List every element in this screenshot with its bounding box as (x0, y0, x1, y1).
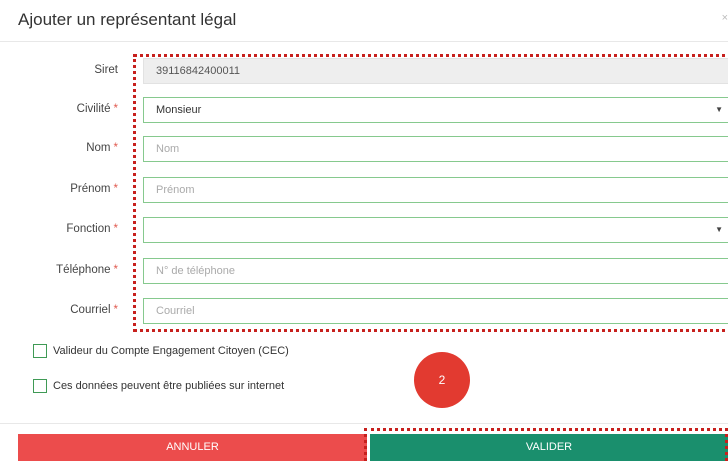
step-badge: 2 (414, 352, 470, 408)
footer-divider (0, 423, 728, 424)
prenom-label: Prénom * (70, 183, 118, 195)
close-icon[interactable]: × (722, 12, 728, 24)
required-marker: * (113, 264, 118, 276)
form-highlight-frame (133, 54, 728, 332)
cec-checkbox-label: Valideur du Compte Engagement Citoyen (C… (53, 345, 289, 357)
siret-label: Siret (94, 64, 118, 76)
required-marker: * (113, 183, 118, 195)
header-divider (0, 41, 728, 42)
nom-label: Nom * (86, 142, 118, 154)
required-marker: * (113, 304, 118, 316)
telephone-label: Téléphone * (56, 264, 118, 276)
courriel-label: Courriel * (70, 304, 118, 316)
fonction-label: Fonction * (66, 223, 118, 235)
cancel-button[interactable]: ANNULER (18, 434, 367, 461)
validate-highlight-frame (364, 428, 728, 461)
cec-checkbox[interactable] (33, 344, 47, 358)
publish-checkbox[interactable] (33, 379, 47, 393)
required-marker: * (113, 223, 118, 235)
civilite-label: Civilité * (76, 103, 118, 115)
publish-checkbox-label: Ces données peuvent être publiées sur in… (53, 380, 285, 392)
required-marker: * (113, 103, 118, 115)
dialog-title: Ajouter un représentant légal (18, 10, 237, 29)
required-marker: * (113, 142, 118, 154)
